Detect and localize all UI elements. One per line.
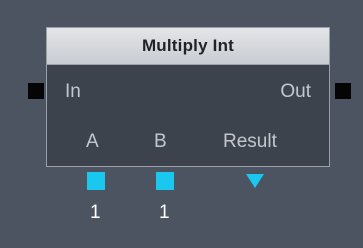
input-b-value[interactable]: 1 <box>159 202 170 224</box>
node-header[interactable]: Multiply Int <box>47 28 329 65</box>
exec-in-pin[interactable] <box>28 83 44 99</box>
output-result-pin[interactable] <box>246 174 264 188</box>
exec-out-pin[interactable] <box>335 83 351 99</box>
node-graph-canvas[interactable]: Multiply Int In Out A B Result 1 1 <box>0 0 363 248</box>
output-result-label: Result <box>223 131 277 152</box>
input-b-pin[interactable] <box>156 172 174 190</box>
input-a-value[interactable]: 1 <box>90 202 101 224</box>
input-b-label: B <box>154 131 167 152</box>
exec-out-label: Out <box>280 81 311 102</box>
node-title: Multiply Int <box>141 36 235 55</box>
multiply-int-node[interactable]: Multiply Int In Out A B Result <box>46 27 330 167</box>
exec-in-label: In <box>65 81 81 102</box>
input-a-pin[interactable] <box>87 172 105 190</box>
input-a-label: A <box>86 131 99 152</box>
